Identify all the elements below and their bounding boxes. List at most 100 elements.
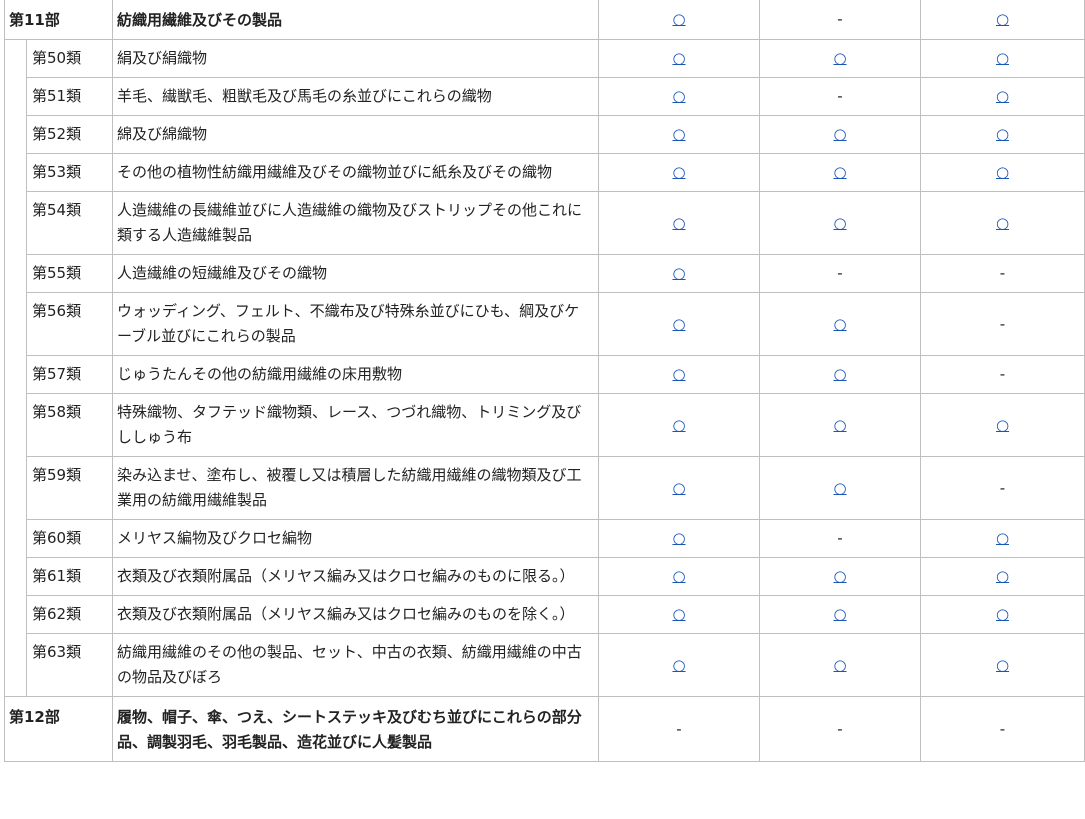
available-link[interactable]: ○ [833, 605, 846, 623]
unavailable-dash: - [999, 365, 1006, 383]
mark-cell-col-1: ○ [598, 191, 760, 255]
mark-cell-col-3: - [920, 355, 1085, 394]
mark-cell-col-2: ○ [759, 292, 921, 356]
mark-cell-col-2: - [759, 696, 921, 762]
chapter-description: 人造繊維の短繊維及びその織物 [112, 254, 599, 293]
mark-cell-col-3: - [920, 456, 1085, 520]
chapter-code: 第58類 [26, 393, 113, 457]
available-link[interactable]: ○ [833, 49, 846, 67]
available-link[interactable]: ○ [672, 529, 685, 547]
available-link[interactable]: ○ [672, 163, 685, 181]
chapter-code: 第50類 [26, 39, 113, 78]
available-link[interactable]: ○ [672, 315, 685, 333]
mark-cell-col-2: ○ [759, 153, 921, 192]
mark-cell-col-1: - [598, 696, 760, 762]
available-link[interactable]: ○ [672, 479, 685, 497]
mark-cell-col-1: ○ [598, 633, 760, 697]
chapter-code: 第53類 [26, 153, 113, 192]
chapter-row: 第55類 人造繊維の短繊維及びその織物 ○ - - [5, 254, 1085, 293]
available-link[interactable]: ○ [672, 264, 685, 282]
mark-cell-col-1: ○ [598, 393, 760, 457]
available-link[interactable]: ○ [996, 656, 1009, 674]
available-link[interactable]: ○ [672, 214, 685, 232]
chapter-description: 綿及び綿織物 [112, 115, 599, 154]
indent-cell [4, 39, 27, 697]
chapter-code: 第57類 [26, 355, 113, 394]
chapter-row: 第54類 人造繊維の長繊維並びに人造繊維の織物及びストリップその他これに類する人造… [5, 191, 1085, 255]
mark-cell-col-2: ○ [759, 39, 921, 78]
available-link[interactable]: ○ [833, 656, 846, 674]
available-link[interactable]: ○ [833, 315, 846, 333]
mark-cell-col-2: - [759, 254, 921, 293]
mark-cell-col-3: ○ [920, 519, 1085, 558]
available-link[interactable]: ○ [996, 529, 1009, 547]
chapter-description: 羊毛、繊獣毛、粗獣毛及び馬毛の糸並びにこれらの織物 [112, 77, 599, 116]
mark-cell-col-1: ○ [598, 153, 760, 192]
mark-cell-col-1: ○ [598, 456, 760, 520]
chapter-row: 第59類 染み込ませ、塗布し、被覆し又は積層した紡織用繊維の織物類及び工業用の紡織… [5, 456, 1085, 520]
available-link[interactable]: ○ [833, 214, 846, 232]
chapter-code: 第62類 [26, 595, 113, 634]
available-link[interactable]: ○ [672, 125, 685, 143]
mark-cell-col-3: ○ [920, 0, 1085, 40]
available-link[interactable]: ○ [996, 87, 1009, 105]
chapter-row: 第50類 絹及び絹織物 ○ ○ ○ [4, 39, 1085, 697]
mark-cell-col-3: - [920, 292, 1085, 356]
chapter-description: 絹及び絹織物 [112, 39, 599, 78]
chapter-description: メリヤス編物及びクロセ編物 [112, 519, 599, 558]
available-link[interactable]: ○ [833, 365, 846, 383]
mark-cell-col-1: ○ [598, 292, 760, 356]
unavailable-dash: - [999, 314, 1006, 333]
mark-cell-col-3: ○ [920, 393, 1085, 457]
chapter-row: 第62類 衣類及び衣類附属品（メリヤス編み又はクロセ編みのものを除く。） ○ ○ ○ [5, 595, 1085, 634]
mark-cell-col-1: ○ [598, 0, 760, 40]
mark-cell-col-1: ○ [598, 355, 760, 394]
mark-cell-col-2: ○ [759, 595, 921, 634]
available-link[interactable]: ○ [672, 567, 685, 585]
unavailable-dash: - [676, 719, 682, 738]
chapter-code: 第60類 [26, 519, 113, 558]
unavailable-dash: - [837, 87, 843, 105]
available-link[interactable]: ○ [996, 416, 1009, 434]
chapter-code: 第61類 [26, 557, 113, 596]
available-link[interactable]: ○ [833, 125, 846, 143]
mark-cell-col-2: ○ [759, 355, 921, 394]
available-link[interactable]: ○ [996, 214, 1009, 232]
chapter-row: 第60類 メリヤス編物及びクロセ編物 ○ - ○ [5, 519, 1085, 558]
available-link[interactable]: ○ [996, 567, 1009, 585]
mark-cell-col-3: ○ [920, 633, 1085, 697]
mark-cell-col-1: ○ [598, 557, 760, 596]
available-link[interactable]: ○ [672, 49, 685, 67]
chapter-code: 第55類 [26, 254, 113, 293]
chapter-code: 第56類 [26, 292, 113, 356]
available-link[interactable]: ○ [833, 479, 846, 497]
chapter-row: 第63類 紡織用繊維のその他の製品、セット、中古の衣類、紡織用繊維の中古の物品及び… [5, 633, 1085, 697]
available-link[interactable]: ○ [672, 605, 685, 623]
chapter-description: ウォッディング、フェルト、不織布及び特殊糸並びにひも、綱及びケーブル並びにこれら… [112, 292, 599, 356]
available-link[interactable]: ○ [833, 567, 846, 585]
available-link[interactable]: ○ [996, 49, 1009, 67]
section-row: 第11部 紡織用繊維及びその製品 ○ - ○ [4, 0, 1085, 40]
mark-cell-col-1: ○ [598, 39, 760, 78]
section-description: 紡織用繊維及びその製品 [112, 0, 599, 40]
available-link[interactable]: ○ [833, 416, 846, 434]
available-link[interactable]: ○ [833, 163, 846, 181]
available-link[interactable]: ○ [672, 365, 685, 383]
unavailable-dash: - [999, 719, 1006, 738]
available-link[interactable]: ○ [996, 605, 1009, 623]
mark-cell-col-2: ○ [759, 557, 921, 596]
available-link[interactable]: ○ [672, 416, 685, 434]
available-link[interactable]: ○ [672, 87, 685, 105]
available-link[interactable]: ○ [996, 163, 1009, 181]
available-link[interactable]: ○ [672, 656, 685, 674]
available-link[interactable]: ○ [996, 125, 1009, 143]
mark-cell-col-2: - [759, 0, 921, 40]
mark-cell-col-2: - [759, 519, 921, 558]
tariff-classification-table: 第11部 紡織用繊維及びその製品 ○ - ○ 第50類 絹及び絹織物 ○ ○ ○ 第51類 羊毛、繊獣… [4, 0, 1085, 762]
chapter-code: 第54類 [26, 191, 113, 255]
chapter-description: 染み込ませ、塗布し、被覆し又は積層した紡織用繊維の織物類及び工業用の紡織用繊維製… [112, 456, 599, 520]
unavailable-dash: - [837, 264, 843, 282]
mark-cell-col-3: ○ [920, 39, 1085, 78]
available-link[interactable]: ○ [672, 10, 685, 28]
available-link[interactable]: ○ [996, 10, 1009, 28]
